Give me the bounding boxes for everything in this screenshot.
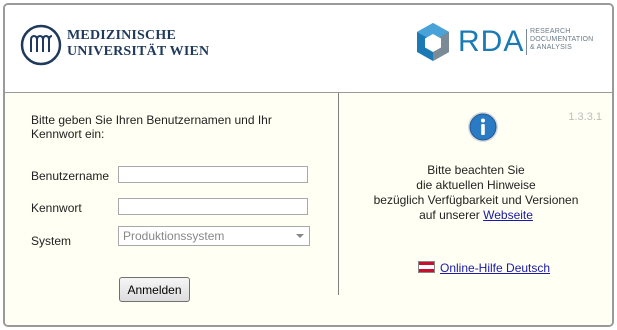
rda-logo-icon (417, 23, 449, 61)
panel-divider (338, 93, 339, 295)
rda-wordmark: RDA (458, 25, 525, 58)
institution-name: MEDIZINISCHE UNIVERSITÄT WIEN (67, 28, 209, 60)
notice-line3: bezüglich Verfügbarkeit und Versionen (373, 193, 579, 207)
rda-subtitle: RESEARCH DOCUMENTATION & ANALYSIS (530, 28, 593, 52)
rda-separator (526, 29, 527, 55)
notice-line2: die aktuellen Hinweise (416, 178, 536, 192)
system-select[interactable]: Produktionssystem (118, 226, 310, 246)
rda-subtitle-line2: DOCUMENTATION (530, 36, 594, 43)
institution-name-line1: MEDIZINISCHE (67, 28, 176, 43)
system-label: System (31, 234, 72, 248)
notice-text: Bitte beachten Sie die aktuellen Hinweis… (340, 163, 612, 223)
password-input[interactable] (118, 198, 308, 215)
online-help[interactable]: Online-Hilfe Deutsch (418, 261, 550, 275)
login-button[interactable]: Anmelden (119, 277, 190, 302)
website-link[interactable]: Webseite (483, 208, 533, 222)
online-help-link[interactable]: Online-Hilfe Deutsch (440, 261, 550, 275)
login-instructions: Bitte geben Sie Ihren Benutzernamen und … (31, 113, 272, 141)
notice-line1: Bitte beachten Sie (427, 163, 525, 177)
meduni-wien-logo (20, 24, 62, 66)
rda-subtitle-line1: RESEARCH (530, 28, 571, 35)
rda-subtitle-line3: & ANALYSIS (530, 44, 572, 51)
institution-name-line2: UNIVERSITÄT WIEN (67, 44, 210, 59)
header: MEDIZINISCHE UNIVERSITÄT WIEN RDA RESEAR… (5, 5, 612, 93)
content-area: Bitte geben Sie Ihren Benutzernamen und … (5, 93, 612, 325)
info-icon (468, 112, 498, 142)
system-select-value: Produktionssystem (123, 229, 225, 243)
username-label: Benutzername (31, 169, 110, 183)
notice-line4-prefix: auf unserer (419, 208, 480, 222)
username-input[interactable] (118, 166, 308, 183)
chevron-down-icon (296, 234, 304, 238)
login-window: MEDIZINISCHE UNIVERSITÄT WIEN RDA RESEAR… (3, 3, 614, 327)
notice-line4: auf unserer Webseite (340, 208, 612, 223)
version-number: 1.3.3.1 (568, 111, 602, 123)
password-label: Kennwort (31, 201, 82, 215)
austria-flag-icon (418, 261, 435, 273)
